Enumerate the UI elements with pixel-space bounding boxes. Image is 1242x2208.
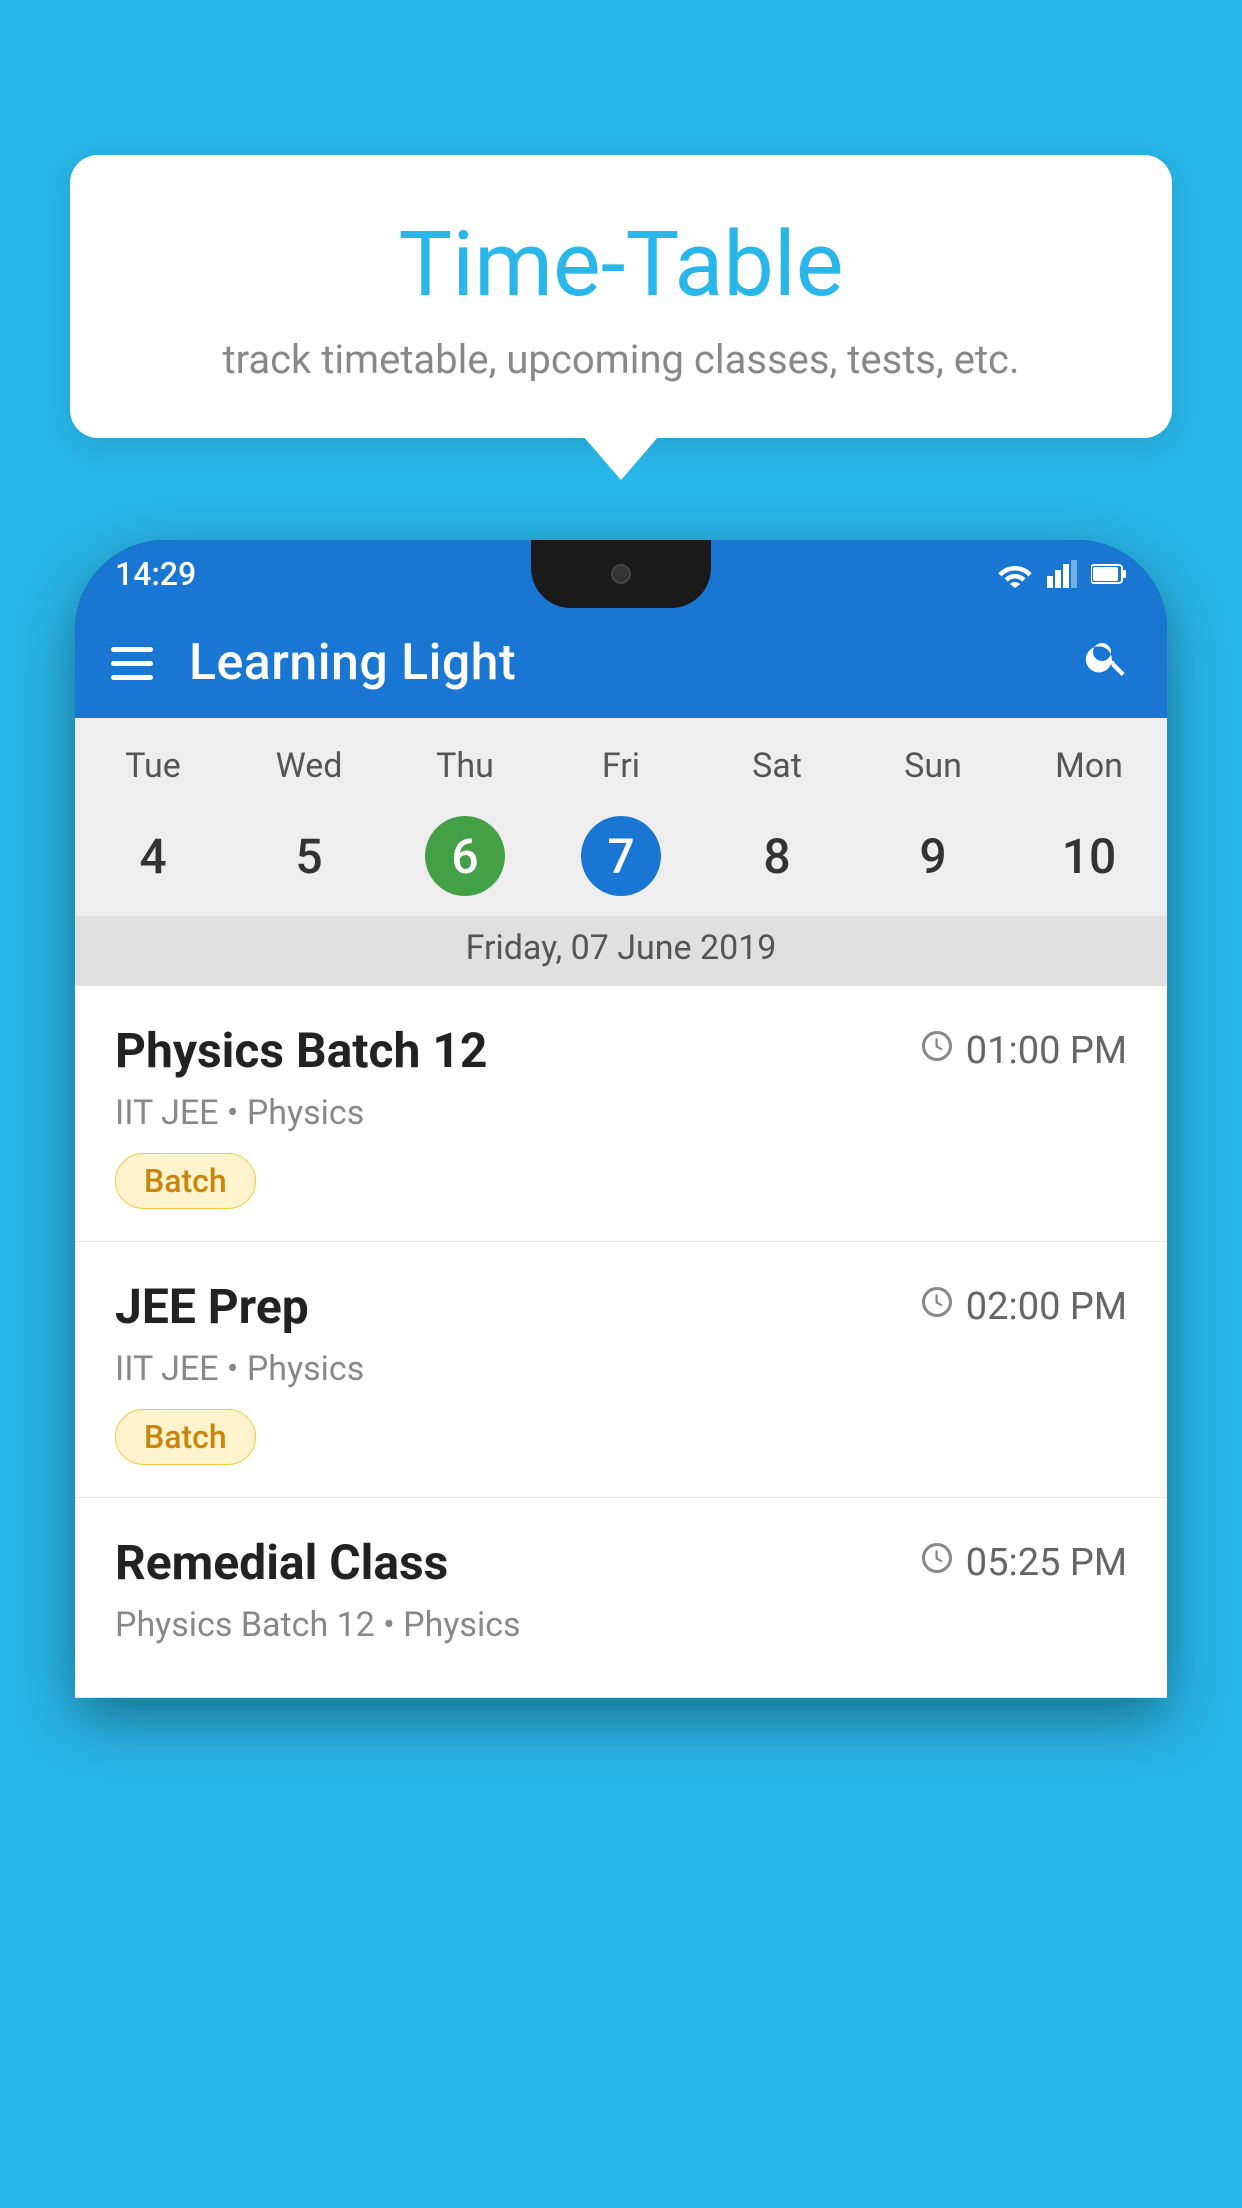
schedule-time-2: 02:00 PM bbox=[920, 1285, 1127, 1329]
phone-mockup: 14:29 bbox=[75, 540, 1167, 2208]
date-4[interactable]: 4 bbox=[75, 812, 231, 900]
app-bar: Learning Light bbox=[75, 608, 1167, 718]
wifi-icon bbox=[997, 560, 1033, 588]
day-wed: Wed bbox=[231, 736, 387, 796]
signal-icon bbox=[1047, 560, 1077, 588]
schedule-title-2: JEE Prep bbox=[115, 1278, 309, 1335]
day-mon: Mon bbox=[1011, 736, 1167, 796]
camera bbox=[611, 564, 631, 584]
schedule-item-1-header: Physics Batch 12 01:00 PM bbox=[115, 1022, 1127, 1079]
schedule-item-1[interactable]: Physics Batch 12 01:00 PM IIT JEE • Phys… bbox=[75, 986, 1167, 1242]
menu-button[interactable] bbox=[111, 647, 153, 680]
date-8[interactable]: 8 bbox=[699, 812, 855, 900]
schedule-time-1: 01:00 PM bbox=[920, 1029, 1127, 1073]
batch-badge-2: Batch bbox=[115, 1409, 256, 1465]
tooltip-title: Time-Table bbox=[130, 215, 1112, 314]
schedule-time-3: 05:25 PM bbox=[920, 1541, 1127, 1585]
clock-icon-1 bbox=[920, 1029, 954, 1072]
day-sun: Sun bbox=[855, 736, 1011, 796]
day-tue: Tue bbox=[75, 736, 231, 796]
battery-icon bbox=[1091, 563, 1127, 585]
day-fri: Fri bbox=[543, 736, 699, 796]
schedule-subtitle-2: IIT JEE • Physics bbox=[115, 1349, 1127, 1389]
dates-row: 4 5 6 7 8 9 bbox=[75, 804, 1167, 916]
batch-badge-1: Batch bbox=[115, 1153, 256, 1209]
schedule-item-2-header: JEE Prep 02:00 PM bbox=[115, 1278, 1127, 1335]
date-5[interactable]: 5 bbox=[231, 812, 387, 900]
status-icons bbox=[997, 560, 1127, 588]
schedule-title-3: Remedial Class bbox=[115, 1534, 448, 1591]
schedule-list: Physics Batch 12 01:00 PM IIT JEE • Phys… bbox=[75, 986, 1167, 1698]
date-6-today[interactable]: 6 bbox=[387, 812, 543, 900]
day-thu: Thu bbox=[387, 736, 543, 796]
date-9[interactable]: 9 bbox=[855, 812, 1011, 900]
status-bar: 14:29 bbox=[75, 540, 1167, 608]
date-10[interactable]: 10 bbox=[1011, 812, 1167, 900]
tooltip-card: Time-Table track timetable, upcoming cla… bbox=[70, 155, 1172, 438]
date-7-selected[interactable]: 7 bbox=[543, 812, 699, 900]
schedule-item-2[interactable]: JEE Prep 02:00 PM IIT JEE • Physics Batc… bbox=[75, 1242, 1167, 1498]
search-icon[interactable] bbox=[1083, 633, 1131, 694]
schedule-item-3-header: Remedial Class 05:25 PM bbox=[115, 1534, 1127, 1591]
schedule-subtitle-3: Physics Batch 12 • Physics bbox=[115, 1605, 1127, 1645]
schedule-subtitle-1: IIT JEE • Physics bbox=[115, 1093, 1127, 1133]
selected-date-label: Friday, 07 June 2019 bbox=[75, 916, 1167, 986]
phone-screen: 14:29 bbox=[75, 540, 1167, 1698]
day-sat: Sat bbox=[699, 736, 855, 796]
calendar: Tue Wed Thu Fri Sat Sun Mon 4 5 bbox=[75, 718, 1167, 986]
status-time: 14:29 bbox=[115, 555, 196, 593]
clock-icon-3 bbox=[920, 1541, 954, 1584]
notch bbox=[531, 540, 711, 608]
clock-icon-2 bbox=[920, 1285, 954, 1328]
app-title: Learning Light bbox=[189, 634, 1047, 692]
schedule-title-1: Physics Batch 12 bbox=[115, 1022, 487, 1079]
phone-outer: 14:29 bbox=[75, 540, 1167, 1698]
schedule-item-3[interactable]: Remedial Class 05:25 PM Physics Batch 12… bbox=[75, 1498, 1167, 1698]
days-row: Tue Wed Thu Fri Sat Sun Mon bbox=[75, 718, 1167, 804]
tooltip-subtitle: track timetable, upcoming classes, tests… bbox=[130, 336, 1112, 383]
